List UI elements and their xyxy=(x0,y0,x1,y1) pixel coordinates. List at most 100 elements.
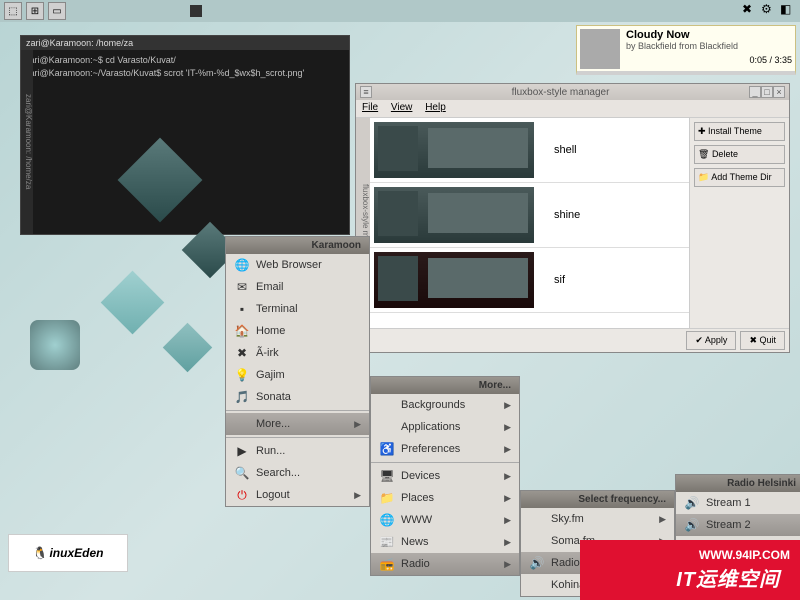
system-tray: ✖ ⚙ ◧ xyxy=(742,2,796,18)
minimize-icon[interactable]: _ xyxy=(749,86,761,98)
delete-button[interactable]: 🗑 Delete xyxy=(694,145,785,164)
news-icon: 📰 xyxy=(379,534,395,550)
menu-www[interactable]: 🌐WWW▶ xyxy=(371,509,519,531)
www-icon: 🌐 xyxy=(379,512,395,528)
terminal-line: zari@Karamoon:~$ cd Varasto/Kuvat/ xyxy=(25,54,345,67)
theme-preview xyxy=(374,252,534,308)
menu-separator xyxy=(371,462,519,463)
maximize-icon[interactable]: □ xyxy=(761,86,773,98)
tray-icon-1[interactable]: ✖ xyxy=(742,2,758,18)
terminal-icon: ▪ xyxy=(234,301,250,317)
quit-button[interactable]: ✖ Quit xyxy=(740,331,785,350)
theme-name: shine xyxy=(554,209,580,221)
launcher-icon[interactable] xyxy=(30,320,80,370)
menu-stream-1[interactable]: 🔊Stream 1 xyxy=(676,492,800,514)
accessibility-icon: ♿ xyxy=(379,441,395,457)
menu-devices[interactable]: 🖥Devices▶ xyxy=(371,465,519,487)
music-icon: 🎵 xyxy=(234,389,250,405)
close-icon[interactable]: × xyxy=(773,86,785,98)
linuxeden-logo: inuxEden xyxy=(8,534,128,572)
menu-preferences[interactable]: ♿Preferences▶ xyxy=(371,438,519,460)
terminal-line: zari@Karamoon:~/Varasto/Kuvat$ scrot 'IT… xyxy=(25,67,345,80)
menubar: File View Help xyxy=(356,100,789,118)
root-menu: Karamoon 🌐Web Browser ✉Email ▪Terminal 🏠… xyxy=(225,236,370,507)
track-title: Cloudy Now xyxy=(626,29,792,41)
album-art xyxy=(580,29,620,69)
window-title: fluxbox-style manager xyxy=(372,87,749,98)
folder-icon: 📁 xyxy=(379,490,395,506)
menu-stream-2[interactable]: 🔊Stream 2 xyxy=(676,514,800,536)
menu-file[interactable]: File xyxy=(362,102,378,113)
menu-title: More... xyxy=(371,377,519,394)
music-info: Cloudy Now by Blackfield from Blackfield… xyxy=(626,29,792,68)
style-manager-window: ≡ fluxbox-style manager _ □ × File View … xyxy=(355,83,790,353)
menu-more[interactable]: More...▶ xyxy=(226,413,369,435)
power-icon: ⏻ xyxy=(234,487,250,503)
terminal-window[interactable]: zari@Karamoon: /home/za zari@Karamoon: /… xyxy=(20,35,350,235)
menu-email[interactable]: ✉Email xyxy=(226,276,369,298)
globe-icon: 🌐 xyxy=(234,257,250,273)
speaker-icon: 🔊 xyxy=(684,517,700,533)
track-artist: by Blackfield from Blackfield xyxy=(626,41,792,51)
terminal-titlebar[interactable]: zari@Karamoon: /home/za xyxy=(21,36,349,50)
menu-backgrounds[interactable]: Backgrounds▶ xyxy=(371,394,519,416)
speaker-icon: 🔊 xyxy=(684,495,700,511)
menu-separator xyxy=(226,410,369,411)
menu-icon[interactable]: ≡ xyxy=(360,86,372,98)
style-manager-titlebar[interactable]: ≡ fluxbox-style manager _ □ × xyxy=(356,84,789,100)
theme-preview xyxy=(374,187,534,243)
taskbar: ⬚ ⊞ ▭ xyxy=(0,0,800,22)
bulb-icon: 💡 xyxy=(234,367,250,383)
menu-radio[interactable]: 📻Radio▶ xyxy=(371,553,519,575)
menu-help[interactable]: Help xyxy=(425,102,446,113)
menu-gajim[interactable]: 💡Gajim xyxy=(226,364,369,386)
menu-places[interactable]: 📁Places▶ xyxy=(371,487,519,509)
menu-separator xyxy=(226,437,369,438)
theme-name: sif xyxy=(554,274,565,286)
home-icon: 🏠 xyxy=(234,323,250,339)
chevron-right-icon: ▶ xyxy=(354,419,361,430)
taskbar-indicator xyxy=(190,5,202,17)
theme-row[interactable]: shell xyxy=(370,118,689,183)
style-footer: ✔ Apply ✖ Quit xyxy=(356,328,789,352)
menu-search[interactable]: 🔍Search... xyxy=(226,462,369,484)
taskbar-app-1[interactable]: ⬚ xyxy=(4,2,22,20)
menu-logout[interactable]: ⏻Logout▶ xyxy=(226,484,369,506)
menu-sky-fm[interactable]: Sky.fm▶ xyxy=(521,508,674,530)
theme-row[interactable]: sif xyxy=(370,248,689,313)
terminal-tab[interactable]: zari@Karamoon: /home/za xyxy=(21,50,33,234)
menu-home[interactable]: 🏠Home xyxy=(226,320,369,342)
radio-icon: 📻 xyxy=(379,556,395,572)
chevron-right-icon: ▶ xyxy=(354,490,361,501)
search-icon: 🔍 xyxy=(234,465,250,481)
menu-terminal[interactable]: ▪Terminal xyxy=(226,298,369,320)
tray-icon-3[interactable]: ◧ xyxy=(780,2,796,18)
device-icon: 🖥 xyxy=(379,468,395,484)
mail-icon: ✉ xyxy=(234,279,250,295)
taskbar-app-3[interactable]: ▭ xyxy=(48,2,66,20)
menu-title: Select frequency... xyxy=(521,491,674,508)
terminal-body[interactable]: zari@Karamoon:~$ cd Varasto/Kuvat/ zari@… xyxy=(21,50,349,83)
menu-web-browser[interactable]: 🌐Web Browser xyxy=(226,254,369,276)
menu-sonata[interactable]: 🎵Sonata xyxy=(226,386,369,408)
theme-name: shell xyxy=(554,144,577,156)
install-theme-button[interactable]: ✚ Install Theme xyxy=(694,122,785,141)
x-icon: ✖ xyxy=(234,345,250,361)
theme-preview xyxy=(374,122,534,178)
menu-airk[interactable]: ✖Ã-irk xyxy=(226,342,369,364)
menu-applications[interactable]: Applications▶ xyxy=(371,416,519,438)
menu-news[interactable]: 📰News▶ xyxy=(371,531,519,553)
apply-button[interactable]: ✔ Apply xyxy=(686,331,736,350)
tray-icon-2[interactable]: ⚙ xyxy=(761,2,777,18)
add-theme-dir-button[interactable]: 📁 Add Theme Dir xyxy=(694,168,785,187)
theme-list[interactable]: shell shine sif xyxy=(370,118,689,328)
run-icon: ▶ xyxy=(234,443,250,459)
music-widget[interactable]: Cloudy Now by Blackfield from Blackfield… xyxy=(576,25,796,75)
menu-view[interactable]: View xyxy=(391,102,413,113)
theme-row[interactable]: shine xyxy=(370,183,689,248)
taskbar-app-2[interactable]: ⊞ xyxy=(26,2,44,20)
menu-run[interactable]: ▶Run... xyxy=(226,440,369,462)
track-time: 0:05 / 3:35 xyxy=(626,55,792,65)
menu-title: Radio Helsinki xyxy=(676,475,800,492)
more-menu: More... Backgrounds▶ Applications▶ ♿Pref… xyxy=(370,376,520,576)
